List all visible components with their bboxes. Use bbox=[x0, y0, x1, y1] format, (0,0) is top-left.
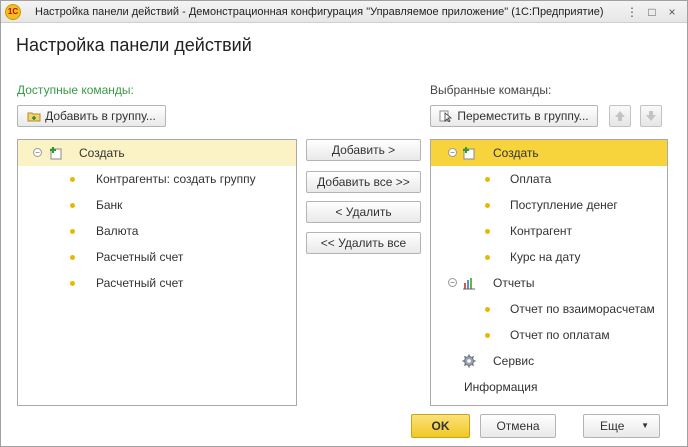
list-item-label: Курс на дату bbox=[510, 250, 581, 264]
list-item[interactable]: Оплата bbox=[431, 166, 667, 192]
list-item[interactable]: Расчетный счет bbox=[18, 270, 296, 296]
window-title: Настройка панели действий - Демонстрацио… bbox=[35, 6, 604, 18]
list-item[interactable]: Расчетный счет bbox=[18, 244, 296, 270]
move-down-button[interactable] bbox=[640, 105, 662, 127]
maximize-icon[interactable]: □ bbox=[643, 4, 661, 20]
list-item[interactable]: Отчет по взаиморасчетам bbox=[431, 296, 667, 322]
tree-group-reports[interactable]: − Отчеты bbox=[431, 270, 667, 296]
list-item-label: Контрагенты: создать группу bbox=[96, 172, 256, 186]
bullet-icon bbox=[485, 203, 490, 208]
bullet-icon bbox=[70, 203, 75, 208]
bullet-icon bbox=[485, 255, 490, 260]
tree-group-create[interactable]: − Создать bbox=[431, 140, 667, 166]
tree-group-label: Отчеты bbox=[493, 276, 535, 290]
tree-group-create[interactable]: − Создать bbox=[18, 140, 296, 166]
list-item-label: Расчетный счет bbox=[96, 250, 184, 264]
tree-group-label: Создать bbox=[79, 146, 125, 160]
available-commands-label: Доступные команды: bbox=[17, 83, 134, 97]
move-to-group-button[interactable]: Переместить в группу... bbox=[430, 105, 598, 127]
add-to-group-button[interactable]: Добавить в группу... bbox=[17, 105, 166, 127]
tree-group-label: Создать bbox=[493, 146, 539, 160]
selected-commands-label: Выбранные команды: bbox=[430, 83, 552, 97]
list-item[interactable]: Отчет по оплатам bbox=[431, 322, 667, 348]
chevron-down-icon: ▼ bbox=[641, 421, 649, 430]
tree-item-service[interactable]: Сервис bbox=[431, 348, 667, 374]
available-commands-tree[interactable]: − Создать Контрагенты: создать группу Ба… bbox=[17, 139, 297, 406]
cancel-button[interactable]: Отмена bbox=[480, 414, 556, 438]
bullet-icon bbox=[70, 255, 75, 260]
bullet-icon bbox=[485, 333, 490, 338]
move-up-button[interactable] bbox=[609, 105, 631, 127]
settings-dialog: 1C Настройка панели действий - Демонстра… bbox=[0, 0, 688, 447]
title-bar: 1C Настройка панели действий - Демонстра… bbox=[1, 1, 687, 23]
arrow-down-icon bbox=[646, 111, 656, 121]
add-to-group-label: Добавить в группу... bbox=[45, 109, 156, 123]
page-title: Настройка панели действий bbox=[16, 35, 252, 55]
list-item[interactable]: Контрагент bbox=[431, 218, 667, 244]
list-item-label: Валюта bbox=[96, 224, 139, 238]
add-all-button[interactable]: Добавить все >> bbox=[306, 171, 421, 193]
list-item[interactable]: Поступление денег bbox=[431, 192, 667, 218]
tree-item-label: Информация bbox=[464, 380, 538, 394]
move-to-group-label: Переместить в группу... bbox=[457, 109, 589, 123]
list-item-label: Отчет по взаиморасчетам bbox=[510, 302, 655, 316]
collapse-icon[interactable]: − bbox=[448, 148, 457, 157]
list-item-label: Отчет по оплатам bbox=[510, 328, 610, 342]
create-doc-icon bbox=[50, 147, 62, 160]
list-item[interactable]: Курс на дату bbox=[431, 244, 667, 270]
list-item-label: Банк bbox=[96, 198, 123, 212]
list-item-label: Поступление денег bbox=[510, 198, 618, 212]
list-item-label: Оплата bbox=[510, 172, 552, 186]
more-actions-icon[interactable]: ⋮ bbox=[623, 4, 641, 20]
collapse-icon[interactable]: − bbox=[33, 148, 42, 157]
bullet-icon bbox=[70, 229, 75, 234]
chart-icon bbox=[463, 278, 475, 290]
gear-icon bbox=[462, 354, 476, 368]
move-cursor-icon bbox=[439, 110, 453, 122]
bullet-icon bbox=[70, 177, 75, 182]
collapse-icon[interactable]: − bbox=[448, 278, 457, 287]
list-item-label: Контрагент bbox=[510, 224, 573, 238]
create-doc-icon bbox=[463, 147, 475, 160]
add-button[interactable]: Добавить > bbox=[306, 139, 421, 161]
list-item[interactable]: Валюта bbox=[18, 218, 296, 244]
tree-item-label: Сервис bbox=[493, 354, 535, 368]
bullet-icon bbox=[485, 177, 490, 182]
app-logo-icon: 1C bbox=[5, 4, 21, 20]
list-item[interactable]: Банк bbox=[18, 192, 296, 218]
remove-all-button[interactable]: << Удалить все bbox=[306, 232, 421, 254]
more-button-label: Еще bbox=[600, 419, 625, 433]
bullet-icon bbox=[70, 281, 75, 286]
list-item-label: Расчетный счет bbox=[96, 276, 184, 290]
more-button[interactable]: Еще ▼ bbox=[583, 414, 660, 438]
folder-add-icon bbox=[27, 112, 41, 122]
selected-commands-tree[interactable]: − Создать Оплата Поступление денег Контр… bbox=[430, 139, 668, 406]
remove-button[interactable]: < Удалить bbox=[306, 201, 421, 223]
tree-item-info[interactable]: Информация bbox=[431, 374, 667, 400]
ok-button[interactable]: OK bbox=[411, 414, 470, 438]
bullet-icon bbox=[485, 229, 490, 234]
close-icon[interactable]: × bbox=[663, 4, 681, 20]
bullet-icon bbox=[485, 307, 490, 312]
arrow-up-icon bbox=[615, 111, 625, 121]
list-item[interactable]: Контрагенты: создать группу bbox=[18, 166, 296, 192]
